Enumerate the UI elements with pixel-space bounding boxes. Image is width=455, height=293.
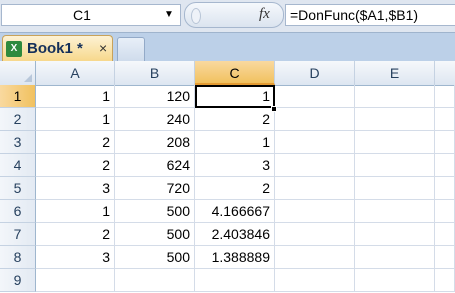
column-header-c[interactable]: C <box>195 61 275 85</box>
cell-a5[interactable]: 3 <box>36 177 115 200</box>
row-header[interactable]: 7 <box>0 223 36 246</box>
cell-d3[interactable] <box>275 131 355 154</box>
cell-c9[interactable] <box>195 269 275 292</box>
table-row: 6 1 500 4.166667 <box>0 200 455 223</box>
cell-c5[interactable]: 2 <box>195 177 275 200</box>
cell-d7[interactable] <box>275 223 355 246</box>
close-tab-icon[interactable]: × <box>99 40 107 56</box>
formula-bar: C1 ▼ fx =DonFunc($A1,$B1) <box>0 0 455 33</box>
cell-e7[interactable] <box>355 223 435 246</box>
name-box-dropdown-icon[interactable]: ▼ <box>162 7 176 23</box>
formula-tools: fx <box>184 2 284 28</box>
row-header[interactable]: 8 <box>0 246 36 269</box>
row-header[interactable]: 5 <box>0 177 36 200</box>
column-header-b[interactable]: B <box>115 61 195 85</box>
cell-d5[interactable] <box>275 177 355 200</box>
excel-workbook-icon: X <box>6 39 23 57</box>
cell-f9[interactable] <box>435 269 455 292</box>
cell-d2[interactable] <box>275 108 355 131</box>
cell-a3[interactable]: 2 <box>36 131 115 154</box>
cell-f3[interactable] <box>435 131 455 154</box>
column-header-e[interactable]: E <box>355 61 435 85</box>
cell-a4[interactable]: 2 <box>36 154 115 177</box>
row-header[interactable]: 4 <box>0 154 36 177</box>
table-row: 4 2 624 3 <box>0 154 455 177</box>
cell-b8[interactable]: 500 <box>115 246 195 269</box>
row-header[interactable]: 2 <box>0 108 36 131</box>
cell-c2[interactable]: 2 <box>195 108 275 131</box>
row-header[interactable]: 6 <box>0 200 36 223</box>
cell-c8[interactable]: 1.388889 <box>195 246 275 269</box>
cell-a8[interactable]: 3 <box>36 246 115 269</box>
cell-a6[interactable]: 1 <box>36 200 115 223</box>
cell-b9[interactable] <box>115 269 195 292</box>
cell-f4[interactable] <box>435 154 455 177</box>
resize-handle-icon[interactable] <box>191 8 201 24</box>
cell-e3[interactable] <box>355 131 435 154</box>
cell-c4[interactable]: 3 <box>195 154 275 177</box>
cell-d4[interactable] <box>275 154 355 177</box>
cell-f2[interactable] <box>435 108 455 131</box>
new-workbook-tab-button[interactable] <box>117 37 145 61</box>
cell-b4[interactable]: 624 <box>115 154 195 177</box>
select-all-corner[interactable] <box>0 61 36 85</box>
table-row: 7 2 500 2.403846 <box>0 223 455 246</box>
cell-d8[interactable] <box>275 246 355 269</box>
cell-b1[interactable]: 120 <box>115 85 195 108</box>
cell-d1[interactable] <box>275 85 355 108</box>
cell-b6[interactable]: 500 <box>115 200 195 223</box>
cell-f5[interactable] <box>435 177 455 200</box>
workbook-tab-strip: X Book1 * × <box>0 33 455 62</box>
table-row: 8 3 500 1.388889 <box>0 246 455 269</box>
cell-e5[interactable] <box>355 177 435 200</box>
column-header-a[interactable]: A <box>36 61 115 85</box>
cell-e9[interactable] <box>355 269 435 292</box>
cell-b2[interactable]: 240 <box>115 108 195 131</box>
cell-b7[interactable]: 500 <box>115 223 195 246</box>
cell-e2[interactable] <box>355 108 435 131</box>
cell-c1[interactable]: 1 <box>195 85 275 108</box>
cell-d6[interactable] <box>275 200 355 223</box>
cell-a7[interactable]: 2 <box>36 223 115 246</box>
workbook-tab[interactable]: X Book1 * × <box>2 35 113 61</box>
table-row: 5 3 720 2 <box>0 177 455 200</box>
cell-e1[interactable] <box>355 85 435 108</box>
cell-e8[interactable] <box>355 246 435 269</box>
cell-e4[interactable] <box>355 154 435 177</box>
cell-c7[interactable]: 2.403846 <box>195 223 275 246</box>
cell-f7[interactable] <box>435 223 455 246</box>
fill-handle[interactable] <box>271 106 277 112</box>
cell-f6[interactable] <box>435 200 455 223</box>
cell-c3[interactable]: 1 <box>195 131 275 154</box>
row-header[interactable]: 1 <box>0 85 36 108</box>
table-row: 3 2 208 1 <box>0 131 455 154</box>
name-box[interactable]: C1 ▼ <box>1 4 181 26</box>
row-header[interactable]: 9 <box>0 269 36 292</box>
cell-d9[interactable] <box>275 269 355 292</box>
cell-b5[interactable]: 720 <box>115 177 195 200</box>
column-headers: A B C D E <box>0 61 455 86</box>
table-row: 1 1 120 1 <box>0 85 455 108</box>
cell-a1[interactable]: 1 <box>36 85 115 108</box>
cell-b3[interactable]: 208 <box>115 131 195 154</box>
cell-f1[interactable] <box>435 85 455 108</box>
cell-e6[interactable] <box>355 200 435 223</box>
table-row: 2 1 240 2 <box>0 108 455 131</box>
row-header[interactable]: 3 <box>0 131 36 154</box>
cell-f8[interactable] <box>435 246 455 269</box>
table-row: 9 <box>0 269 455 292</box>
column-header-f[interactable] <box>435 61 455 85</box>
insert-function-icon[interactable]: fx <box>259 6 270 23</box>
name-box-value[interactable]: C1 <box>2 5 162 25</box>
workbook-tab-label: Book1 * <box>27 40 83 57</box>
column-header-d[interactable]: D <box>275 61 355 85</box>
cell-c6[interactable]: 4.166667 <box>195 200 275 223</box>
cell-a9[interactable] <box>36 269 115 292</box>
cell-a2[interactable]: 1 <box>36 108 115 131</box>
formula-input[interactable]: =DonFunc($A1,$B1) <box>285 4 455 26</box>
